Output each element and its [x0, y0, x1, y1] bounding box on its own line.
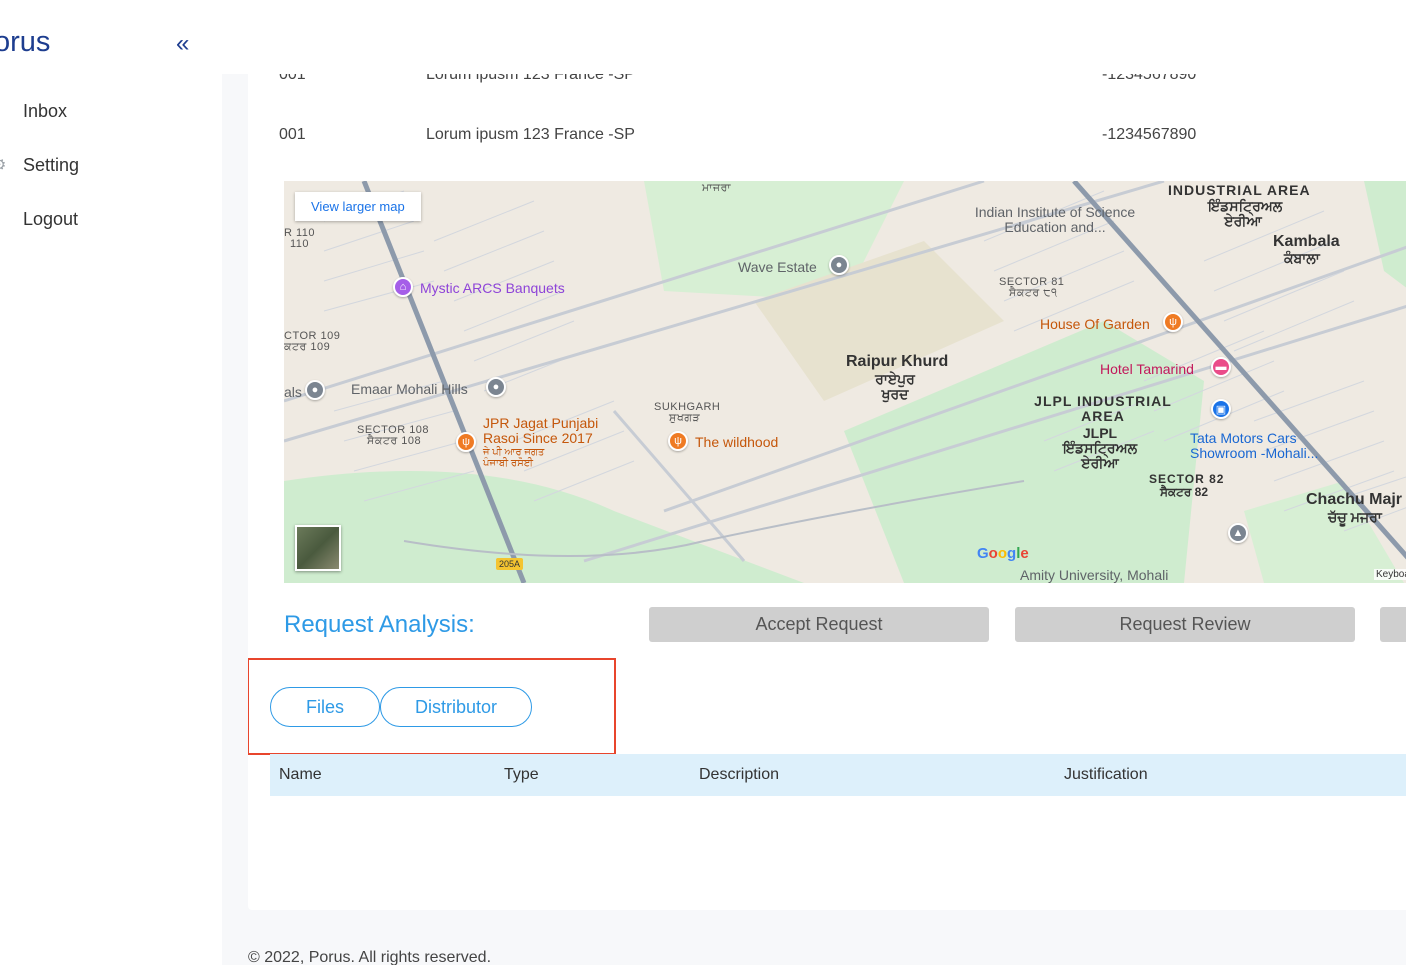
sidebar-item-label: Logout [23, 208, 79, 229]
map-label: Wave Estate [738, 259, 817, 275]
map-label: The wildhood [695, 434, 779, 450]
sidebar-item-logout[interactable]: › Logout [0, 204, 78, 234]
map-label: Amity University, Mohali [1020, 567, 1169, 583]
gear-icon: ⚙ [0, 155, 10, 175]
map-label: ਮਾਜਰਾ [702, 182, 732, 194]
section-title: Request Analysis: [284, 611, 475, 638]
map-label: Raipur Khurd [846, 353, 949, 370]
sidebar-item-setting[interactable]: ⚙ Setting [0, 150, 79, 180]
map-label: Kambala [1273, 233, 1340, 250]
banquet-pin-icon[interactable]: ⌂ [393, 277, 413, 297]
map-label: 110 [290, 238, 310, 250]
location-pin-icon[interactable]: ● [486, 377, 506, 397]
map-label: House Of Garden [1040, 316, 1150, 332]
map-label: ਸੁਖਗੜ [669, 412, 701, 424]
brand-logo: orus [0, 26, 51, 58]
map-label: ਕੰਬਾਲਾ [1284, 250, 1320, 266]
map-label: ਚੱਚੂ ਮਜਰਾ [1328, 509, 1382, 525]
accept-request-button[interactable]: Accept Request [649, 607, 989, 642]
hotel-pin-icon[interactable]: ▬ [1211, 357, 1231, 377]
files-table-header: Name Type Description Justification [270, 754, 1406, 796]
school-pin-icon[interactable]: ▲ [1228, 523, 1248, 543]
tab-files[interactable]: Files [270, 687, 380, 727]
map-label: ਰਾਏਪੁਰ ਖੁਰਦ [875, 371, 915, 402]
restaurant-pin-icon[interactable]: ψ [1163, 312, 1183, 332]
map-label: Mystic ARCS Banquets [420, 280, 565, 296]
map-label: ਕਟਰ 109 [284, 341, 331, 353]
map-label: Indian Institute of Science Education an… [974, 204, 1136, 235]
keyboard-shortcuts-link[interactable]: Keyboa [1374, 569, 1406, 580]
map-label: Tata Motors Cars Showroom -Mohali... [1190, 430, 1319, 461]
shop-pin-icon[interactable]: ▣ [1211, 399, 1231, 419]
embedded-map[interactable]: View larger map INDUSTRIAL AREA ਇੰਡਸਟ੍ਰਿ… [284, 181, 1406, 583]
footer-copyright: © 2022, Porus. All rights reserved. [248, 949, 492, 965]
sidebar-item-label: Setting [23, 154, 80, 175]
request-detail-card: 001 Lorum ipusm 123 France -SP -12345678… [248, 60, 1406, 910]
top-header [222, 0, 1406, 74]
tab-distributor[interactable]: Distributor [380, 687, 532, 727]
map-label: ਸੈਕਟਰ 108 [367, 435, 422, 447]
location-pin-icon[interactable]: ● [829, 255, 849, 275]
map-label: JLPL INDUSTRIAL AREA [1034, 393, 1172, 424]
map-label: als [284, 384, 302, 400]
map-label: ਜੇ ਪੀ ਆਰ ਜਗਤ ਪੰਜਾਬੀ ਰਸੋਈ [483, 447, 545, 469]
location-pin-icon[interactable]: ● [305, 380, 325, 400]
row-id: 001 [279, 126, 306, 143]
map-label: INDUSTRIAL AREA [1168, 182, 1311, 198]
map-label: JPR Jagat Punjabi Rasoi Since 2017 [483, 415, 599, 446]
map-label: Emaar Mohali Hills [351, 381, 468, 397]
column-header: Description [699, 766, 780, 783]
sidebar-item-inbox[interactable]: ▯ Inbox [0, 96, 67, 126]
column-header: Name [279, 766, 322, 783]
map-label: ਸੈਕਟਰ 82 [1160, 485, 1208, 499]
row-address: Lorum ipusm 123 France -SP [426, 126, 635, 143]
view-larger-map-link[interactable]: View larger map [295, 192, 421, 221]
map-label: JLPL ਇੰਡਸਟ੍ਰਿਅਲ ਏਰੀਆ [1062, 425, 1138, 471]
logout-icon: › [0, 210, 10, 228]
satellite-toggle[interactable] [295, 525, 341, 571]
google-logo: Google [977, 545, 1029, 562]
sidebar-item-label: Inbox [23, 100, 68, 121]
map-label: ਸੈਕਟਰ ੮੧ [1009, 287, 1058, 299]
sidebar: orus « ▯ Inbox ⚙ Setting › Logout [0, 0, 222, 965]
column-header: Justification [1064, 766, 1148, 783]
request-review-button[interactable]: Request Review [1015, 607, 1355, 642]
row-phone: -1234567890 [1102, 126, 1197, 143]
highway-shield: 205A [496, 558, 524, 570]
map-label: Hotel Tamarind [1100, 361, 1194, 377]
column-header: Type [504, 766, 539, 783]
map-label: ਇੰਡਸਟ੍ਰਿਅਲ ਏਰੀਆ [1208, 198, 1283, 229]
restaurant-pin-icon[interactable]: ψ [668, 431, 688, 451]
analysis-action-button[interactable] [1380, 607, 1406, 642]
restaurant-pin-icon[interactable]: ψ [456, 432, 476, 452]
map-label: Chachu Majr [1306, 491, 1403, 508]
inbox-icon: ▯ [0, 101, 10, 121]
collapse-sidebar-icon[interactable]: « [176, 30, 189, 58]
